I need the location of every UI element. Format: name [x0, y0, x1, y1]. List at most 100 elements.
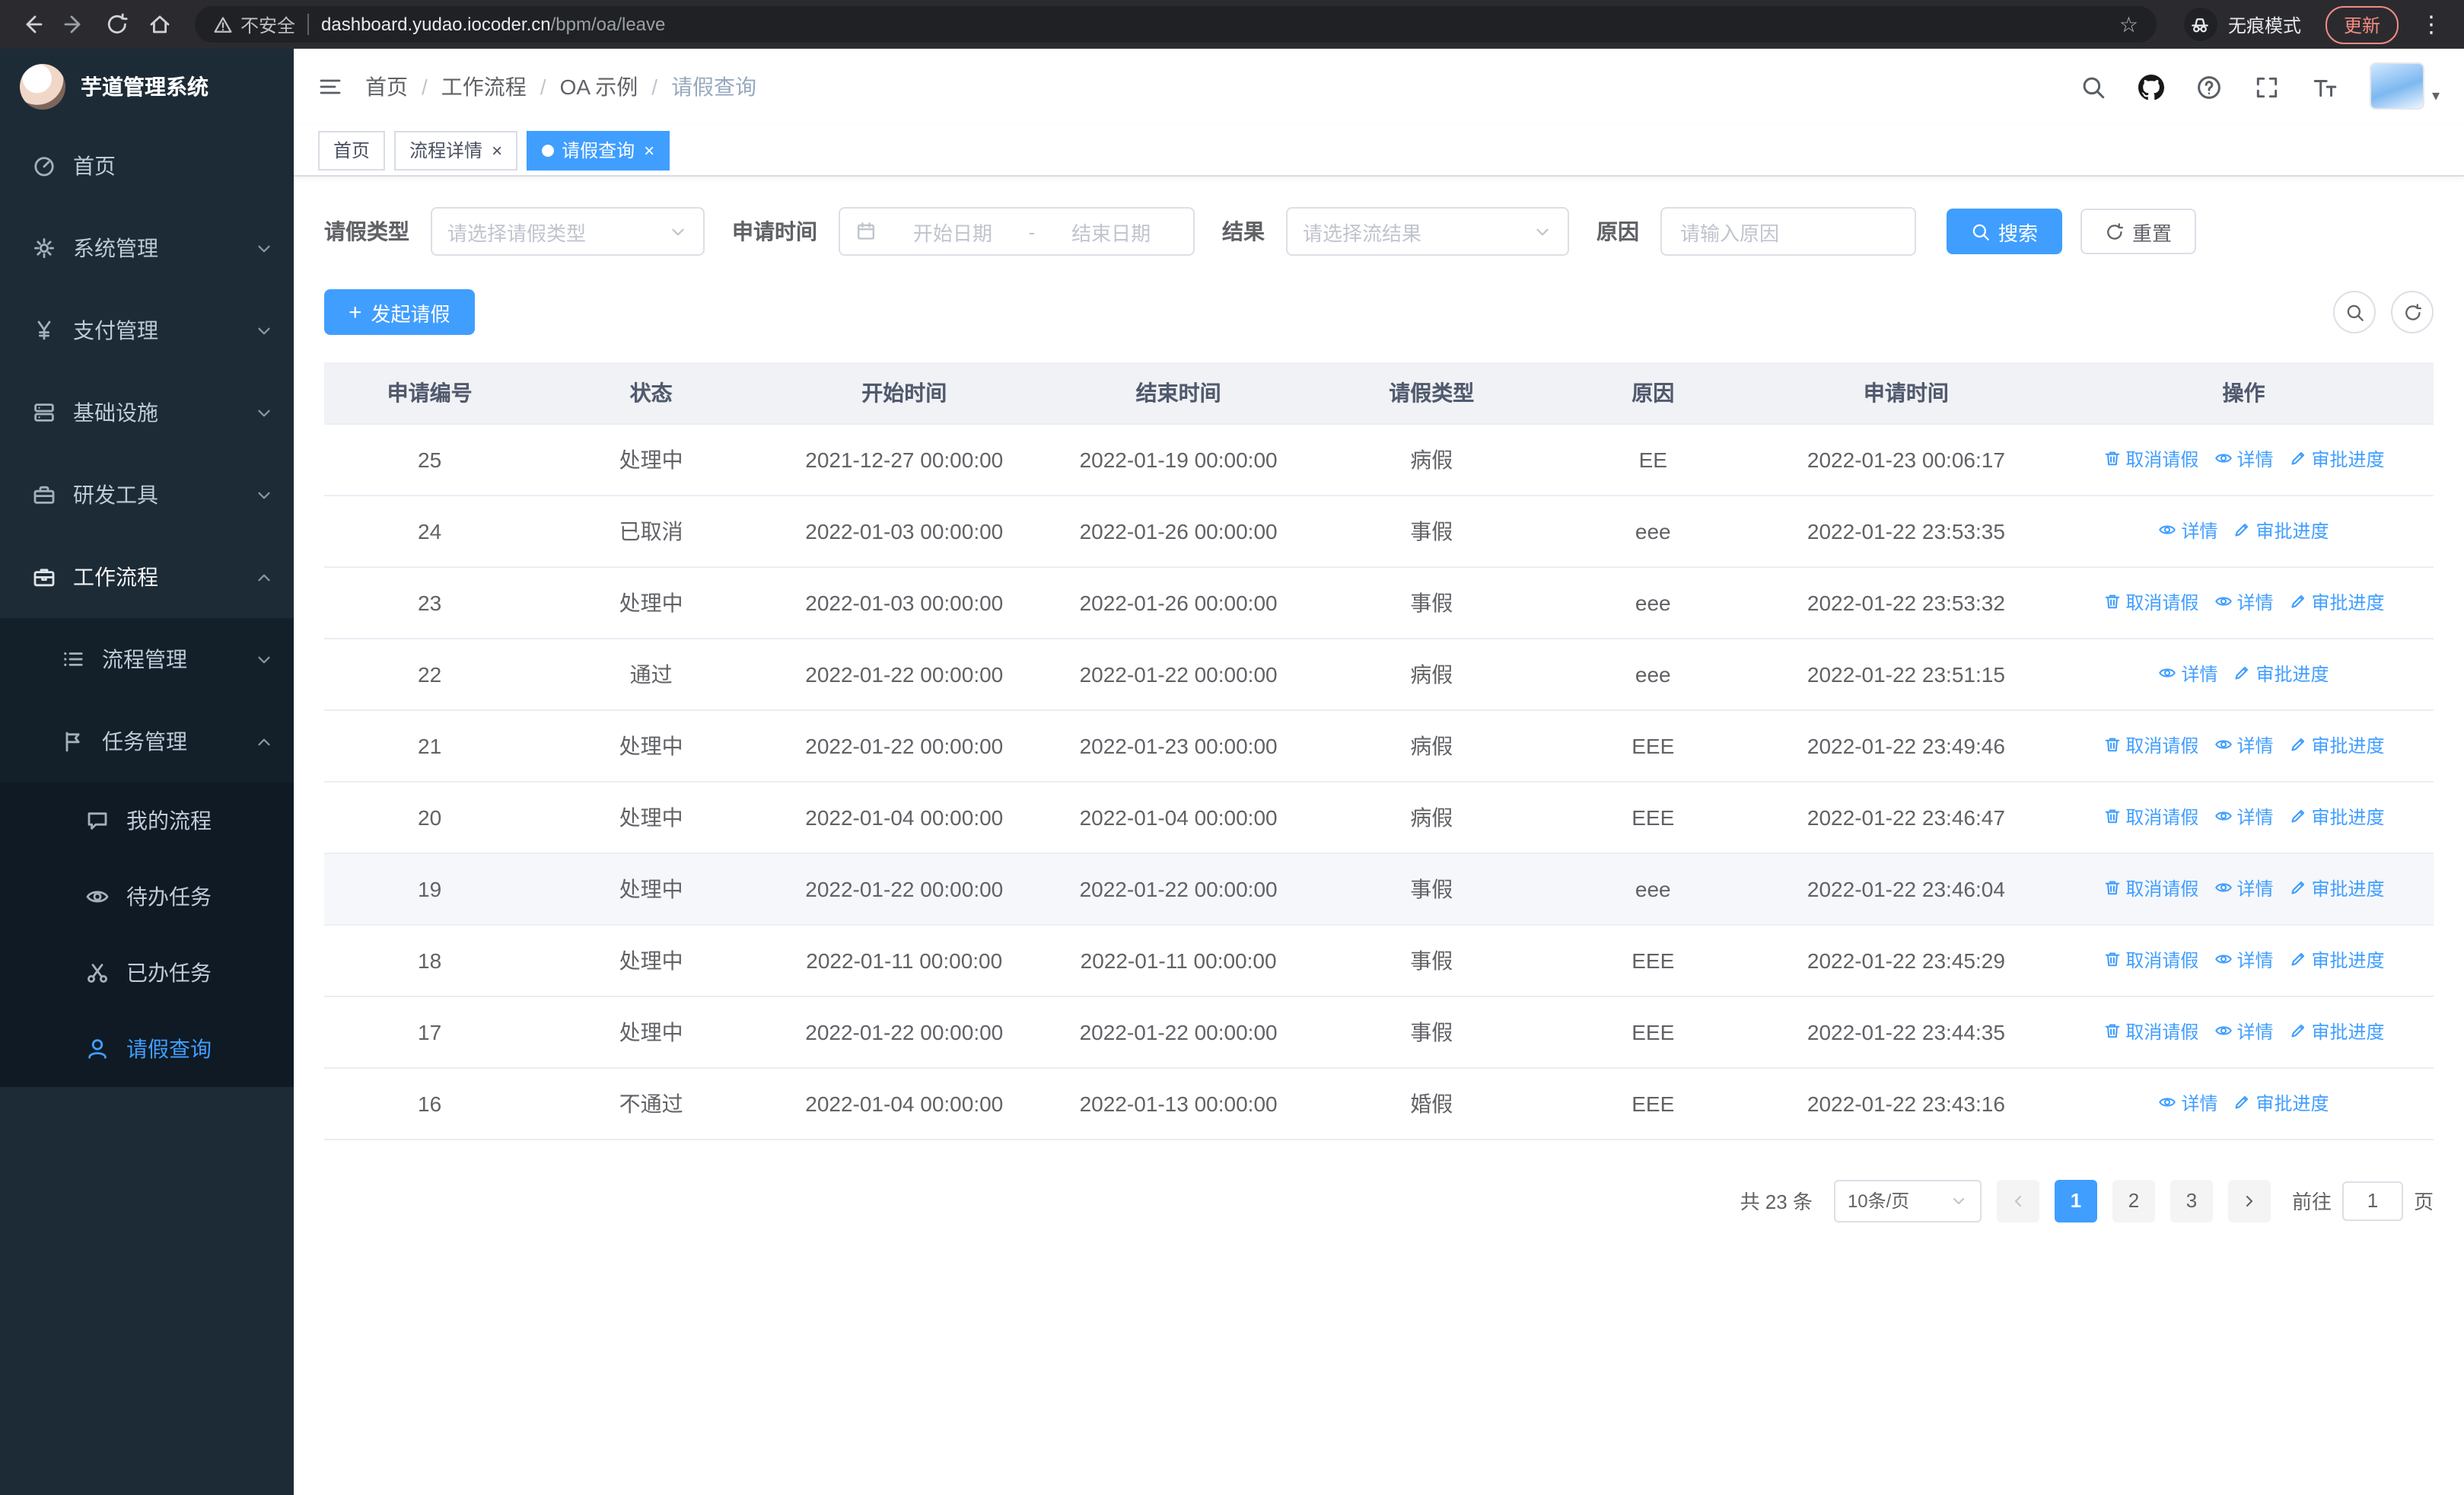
detail-link[interactable]: 详情 — [2158, 661, 2217, 687]
sidebar-item-payment[interactable]: 支付管理 — [0, 289, 294, 371]
create-leave-button[interactable]: + 发起请假 — [324, 289, 475, 335]
help-icon[interactable] — [2196, 74, 2222, 100]
leave-type-select[interactable]: 请选择请假类型 — [431, 207, 705, 256]
bookmark-star-icon[interactable]: ☆ — [2119, 14, 2138, 35]
tab-home[interactable]: 首页 — [318, 130, 386, 170]
detail-link[interactable]: 详情 — [2214, 804, 2273, 830]
detail-link[interactable]: 详情 — [2158, 1090, 2217, 1116]
sidebar-item-process-mgmt[interactable]: 流程管理 — [0, 618, 294, 700]
approval-progress-link[interactable]: 审批进度 — [2233, 1090, 2329, 1116]
incognito-badge: 无痕模式 — [2172, 8, 2313, 41]
end-time-cell: 2022-01-26 00:00:00 — [1041, 566, 1316, 639]
reload-button[interactable] — [97, 5, 137, 44]
sidebar-item-task-mgmt[interactable]: 任务管理 — [0, 700, 294, 783]
status-cell: 处理中 — [535, 924, 768, 996]
sidebar-item-label: 任务管理 — [102, 729, 187, 754]
url-domain: dashboard.yudao.iocoder.cn — [321, 14, 551, 35]
sidebar-item-leave-query[interactable]: 请假查询 — [0, 1011, 294, 1087]
sidebar-item-devtools[interactable]: 研发工具 — [0, 454, 294, 536]
goto-suffix: 页 — [2413, 1191, 2434, 1213]
search-icon[interactable] — [2080, 74, 2106, 100]
breadcrumb-item[interactable]: 工作流程 — [441, 72, 527, 102]
home-button[interactable] — [140, 5, 180, 44]
page-button-2[interactable]: 2 — [2112, 1179, 2155, 1222]
approval-progress-link[interactable]: 审批进度 — [2288, 446, 2385, 472]
app-title: 芋道管理系统 — [81, 75, 209, 99]
detail-link[interactable]: 详情 — [2214, 589, 2273, 615]
breadcrumb-item[interactable]: OA 示例 — [560, 72, 638, 102]
pagination: 共 23 条 10条/页 1 2 3 前往 页 — [324, 1179, 2434, 1222]
chevron-down-icon — [254, 403, 274, 422]
status-cell: 处理中 — [535, 566, 768, 639]
tab-leave-query[interactable]: 请假查询 × — [527, 130, 670, 170]
tab-process-detail[interactable]: 流程详情 × — [394, 130, 518, 170]
avatar — [2369, 62, 2424, 109]
cancel-leave-link[interactable]: 取消请假 — [2103, 947, 2198, 973]
sidebar-item-home[interactable]: 首页 — [0, 125, 294, 207]
next-page-button[interactable] — [2227, 1179, 2271, 1222]
security-warning[interactable]: 不安全 — [213, 11, 295, 37]
goto-page-input[interactable] — [2341, 1181, 2403, 1220]
detail-link[interactable]: 详情 — [2214, 732, 2273, 758]
sidebar-item-todo-tasks[interactable]: 待办任务 — [0, 859, 294, 935]
cancel-leave-link[interactable]: 取消请假 — [2103, 732, 2198, 758]
detail-link[interactable]: 详情 — [2214, 947, 2273, 973]
gear-icon — [32, 236, 56, 260]
cancel-leave-link[interactable]: 取消请假 — [2103, 446, 2198, 472]
cancel-leave-link[interactable]: 取消请假 — [2103, 1018, 2198, 1044]
approval-progress-link[interactable]: 审批进度 — [2288, 804, 2385, 830]
address-bar[interactable]: 不安全 dashboard.yudao.iocoder.cn/bpm/oa/le… — [195, 6, 2157, 43]
sidebar-item-my-process[interactable]: 我的流程 — [0, 783, 294, 859]
sidebar-item-system[interactable]: 系统管理 — [0, 207, 294, 289]
browser-menu-icon[interactable]: ⋮ — [2411, 11, 2452, 38]
apply-time-range-picker[interactable]: 开始日期 - 结束日期 — [839, 207, 1195, 256]
approval-progress-link[interactable]: 审批进度 — [2288, 732, 2385, 758]
breadcrumb-item[interactable]: 首页 — [365, 72, 408, 102]
approval-progress-link[interactable]: 审批进度 — [2288, 589, 2385, 615]
app-logo[interactable]: 芋道管理系统 — [0, 49, 294, 125]
close-icon[interactable]: × — [492, 141, 502, 159]
apply-id-cell: 25 — [324, 423, 536, 496]
approval-progress-link[interactable]: 审批进度 — [2288, 1018, 2385, 1044]
user-menu[interactable]: ▾ — [2369, 62, 2440, 112]
forward-button[interactable] — [55, 5, 94, 44]
browser-update-button[interactable]: 更新 — [2325, 5, 2399, 43]
toggle-search-button[interactable] — [2333, 291, 2376, 333]
approval-progress-link[interactable]: 审批进度 — [2233, 518, 2329, 543]
approval-progress-link[interactable]: 审批进度 — [2233, 661, 2329, 687]
reset-button[interactable]: 重置 — [2080, 209, 2197, 254]
page-button-1[interactable]: 1 — [2054, 1179, 2097, 1222]
page-button-3[interactable]: 3 — [2170, 1179, 2213, 1222]
font-size-icon[interactable] — [2312, 74, 2338, 100]
approval-progress-link[interactable]: 审批进度 — [2288, 947, 2385, 973]
github-icon[interactable] — [2138, 74, 2164, 100]
detail-link[interactable]: 详情 — [2214, 875, 2273, 901]
sidebar-item-infrastructure[interactable]: 基础设施 — [0, 371, 294, 454]
refresh-table-button[interactable] — [2391, 291, 2434, 333]
select-placeholder: 请选择流结果 — [1303, 222, 1422, 244]
page-size-select[interactable]: 10条/页 — [1833, 1179, 1982, 1222]
reason-input[interactable]: 请输入原因 — [1660, 207, 1916, 256]
approval-progress-link[interactable]: 审批进度 — [2288, 875, 2385, 901]
sidebar-item-workflow[interactable]: 工作流程 — [0, 536, 294, 618]
sidebar-toggle-icon[interactable] — [318, 75, 342, 99]
prev-page-button[interactable] — [1996, 1179, 2039, 1222]
end-time-cell: 2022-01-22 00:00:00 — [1041, 996, 1316, 1068]
sidebar-item-done-tasks[interactable]: 已办任务 — [0, 935, 294, 1011]
cancel-leave-link[interactable]: 取消请假 — [2103, 875, 2198, 901]
detail-link[interactable]: 详情 — [2214, 446, 2273, 472]
back-button[interactable] — [12, 5, 52, 44]
leave-type-cell: 病假 — [1315, 781, 1548, 853]
search-button[interactable]: 搜索 — [1947, 209, 2063, 254]
reason-cell: eee — [1547, 495, 1759, 567]
tab-dot — [542, 144, 555, 156]
leave-type-cell: 病假 — [1315, 423, 1548, 496]
cancel-leave-link[interactable]: 取消请假 — [2103, 589, 2198, 615]
detail-link[interactable]: 详情 — [2158, 518, 2217, 543]
fullscreen-icon[interactable] — [2254, 74, 2280, 100]
cancel-leave-link[interactable]: 取消请假 — [2103, 804, 2198, 830]
row-actions-cell: 取消请假 详情 审批进度 — [2053, 924, 2434, 996]
result-select[interactable]: 请选择流结果 — [1286, 207, 1569, 256]
detail-link[interactable]: 详情 — [2214, 1018, 2273, 1044]
close-icon[interactable]: × — [644, 141, 654, 159]
